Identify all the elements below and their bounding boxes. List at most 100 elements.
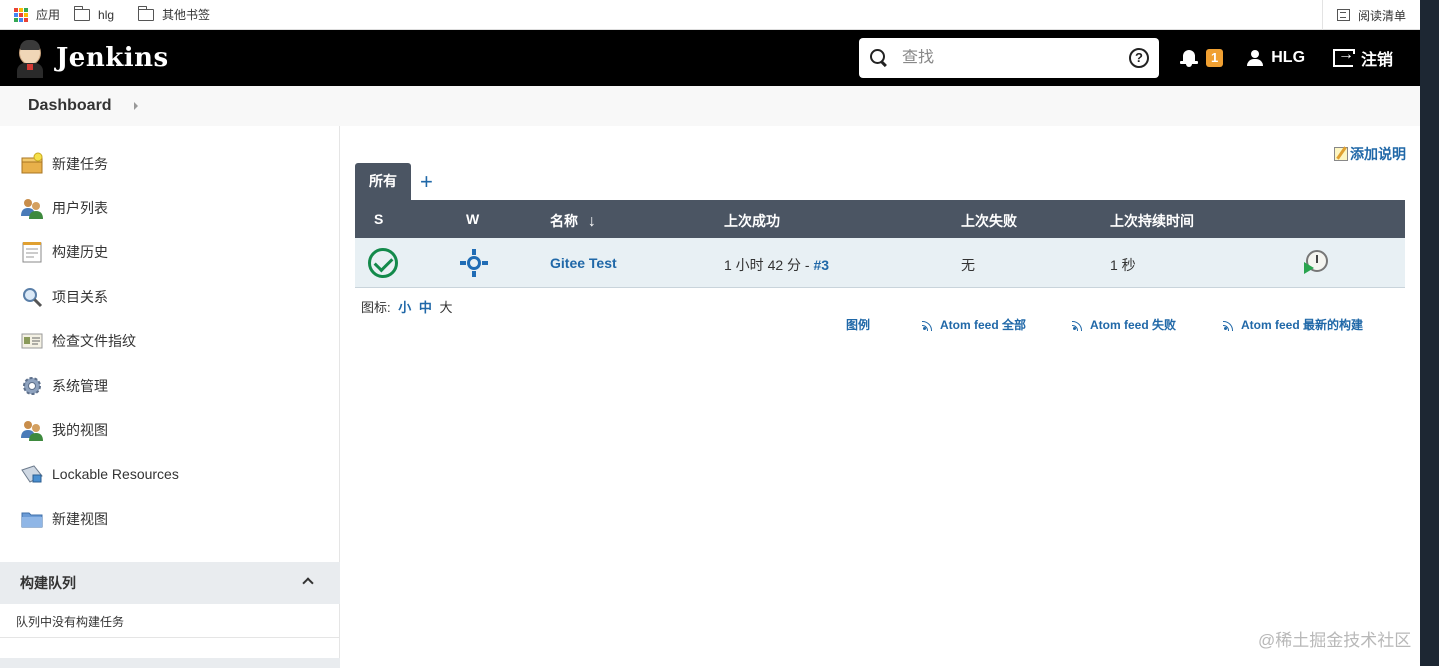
table-row: Gitee Test 1 小时 42 分 - #3 无 1 秒 (355, 238, 1405, 288)
jenkins-logo-icon (14, 38, 46, 78)
jenkins-home-link[interactable]: Jenkins (14, 38, 169, 78)
build-queue-empty: 队列中没有构建任务 (16, 615, 125, 629)
header-actions: 1 HLG 注销 (1180, 30, 1393, 86)
build-queue-header[interactable]: 构建队列 (0, 562, 340, 604)
col-last-duration[interactable]: 上次持续时间 (1110, 211, 1194, 231)
bookmark-folder-hlg[interactable]: hlg (73, 5, 115, 22)
sunny-icon (460, 249, 488, 277)
notepad-icon (20, 240, 44, 264)
schedule-build-icon[interactable] (1304, 250, 1328, 274)
jobs-table-header: S W 名称 ↓ 上次成功 上次失败 上次持续时间 (355, 200, 1405, 238)
window-edge (1420, 0, 1439, 666)
bookmark-apps[interactable]: 应用 (14, 6, 60, 23)
search-input[interactable] (902, 49, 1112, 67)
people-icon (20, 196, 44, 220)
bookmarks-bar: 应用 hlg 其他书签 阅读清单 (0, 0, 1420, 30)
icon-size-large: 大 (439, 300, 453, 315)
bookmark-label: hlg (98, 7, 115, 22)
notification-badge[interactable]: 1 (1206, 49, 1224, 67)
add-view-tab-button[interactable]: + (420, 170, 433, 194)
job-link[interactable]: Gitee Test (550, 255, 617, 271)
last-duration-cell: 1 秒 (1110, 257, 1136, 273)
sidebar-item-my-views[interactable]: 我的视图 (20, 417, 108, 443)
sidebar-item-project-relationship[interactable]: 项目关系 (20, 284, 108, 310)
chevron-up-icon[interactable] (302, 577, 314, 589)
breadcrumb-dashboard[interactable]: Dashboard (28, 97, 112, 115)
sidebar-item-label: 新建视图 (52, 511, 108, 527)
sidebar-item-build-history[interactable]: 构建历史 (20, 239, 108, 265)
bookmark-label: 应用 (36, 8, 61, 22)
help-icon[interactable]: ? (1129, 48, 1149, 68)
jenkins-header: Jenkins ? 1 HLG 注销 (0, 30, 1420, 86)
build-queue-title: 构建队列 (20, 575, 76, 591)
sidebar-item-label: 我的视图 (52, 422, 108, 438)
breadcrumb: Dashboard (0, 86, 1420, 126)
feed-latest-label: Atom feed 最新的构建 (1241, 318, 1364, 332)
sidebar-item-label: 系统管理 (52, 378, 108, 394)
last-success-cell: 1 小时 42 分 - #3 (724, 255, 829, 275)
col-last-failure[interactable]: 上次失败 (961, 211, 1017, 231)
logout-link[interactable]: 注销 (1333, 46, 1393, 70)
icon-size-small[interactable]: 小 (398, 300, 411, 315)
search-box: ? (859, 38, 1159, 78)
sidebar-item-label: 检查文件指纹 (52, 333, 136, 349)
people-icon (20, 418, 44, 442)
col-name-label: 名称 (550, 213, 578, 229)
sidebar-item-label: 构建历史 (52, 244, 108, 260)
feed-all-label: Atom feed 全部 (940, 318, 1027, 332)
sidebar-item-label: 新建任务 (52, 156, 108, 172)
rss-icon (922, 319, 934, 331)
tab-all[interactable]: 所有 (355, 163, 411, 200)
last-failure-cell: 无 (961, 257, 975, 273)
bookmark-label: 其他书签 (162, 8, 211, 22)
add-description-link[interactable]: 添加说明 (1334, 144, 1406, 164)
sidebar-item-people[interactable]: 用户列表 (20, 195, 108, 221)
last-success-time: 1 小时 42 分 - (724, 257, 814, 273)
legend-link[interactable]: 图例 (846, 316, 870, 333)
reading-list-button[interactable]: 阅读清单 (1321, 0, 1406, 30)
build-link[interactable]: #3 (813, 257, 829, 273)
col-weather[interactable]: W (466, 211, 479, 227)
magnifier-icon (20, 285, 44, 309)
user-link[interactable]: HLG (1247, 49, 1305, 67)
sidebar-item-lockable-resources[interactable]: Lockable Resources (20, 461, 179, 487)
logout-label: 注销 (1361, 52, 1394, 69)
user-icon (1247, 50, 1264, 66)
col-name[interactable]: 名称 ↓ (550, 211, 596, 231)
folder-icon (137, 5, 155, 21)
sidebar: 新建任务 用户列表 构建历史 项目关系 检查文件指纹 系统管理 我的视图 Loc… (0, 126, 340, 668)
brand-title: Jenkins (56, 43, 169, 73)
divider (0, 637, 340, 638)
feed-all-link[interactable]: Atom feed 全部 (922, 316, 1026, 333)
reading-list-label: 阅读清单 (1357, 8, 1406, 23)
gear-icon (20, 374, 44, 398)
feed-latest-link[interactable]: Atom feed 最新的构建 (1223, 316, 1363, 333)
watermark: @稀土掘金技术社区 (1258, 631, 1412, 650)
sidebar-item-manage[interactable]: 系统管理 (20, 373, 108, 399)
user-name: HLG (1271, 49, 1306, 66)
col-status[interactable]: S (374, 211, 383, 227)
col-last-success[interactable]: 上次成功 (724, 211, 780, 231)
folder-icon (20, 507, 44, 531)
apps-grid-icon (14, 7, 28, 22)
folder-icon (73, 5, 91, 21)
executor-panel-header (0, 658, 340, 668)
sidebar-item-label: Lockable Resources (52, 466, 179, 482)
legend-label: 图例 (846, 318, 871, 332)
sidebar-item-fingerprint[interactable]: 检查文件指纹 (20, 328, 136, 354)
sidebar-item-new-item[interactable]: 新建任务 (20, 151, 108, 177)
edit-description-icon (1334, 147, 1348, 161)
sort-down-icon: ↓ (587, 213, 596, 230)
icon-size-label: 图标: (361, 300, 391, 315)
sidebar-item-label: 项目关系 (52, 289, 108, 305)
rss-icon (1223, 319, 1235, 331)
breadcrumb-caret-icon[interactable] (133, 102, 138, 110)
reading-list-icon (1336, 9, 1350, 21)
icon-size-medium[interactable]: 中 (419, 300, 432, 315)
sidebar-item-new-view[interactable]: 新建视图 (20, 506, 108, 532)
feed-failed-link[interactable]: Atom feed 失败 (1072, 316, 1176, 333)
bookmark-folder-other[interactable]: 其他书签 (137, 5, 211, 23)
add-description-label: 添加说明 (1350, 146, 1406, 162)
logout-icon (1333, 46, 1356, 67)
notification-bell-icon[interactable] (1180, 49, 1198, 67)
